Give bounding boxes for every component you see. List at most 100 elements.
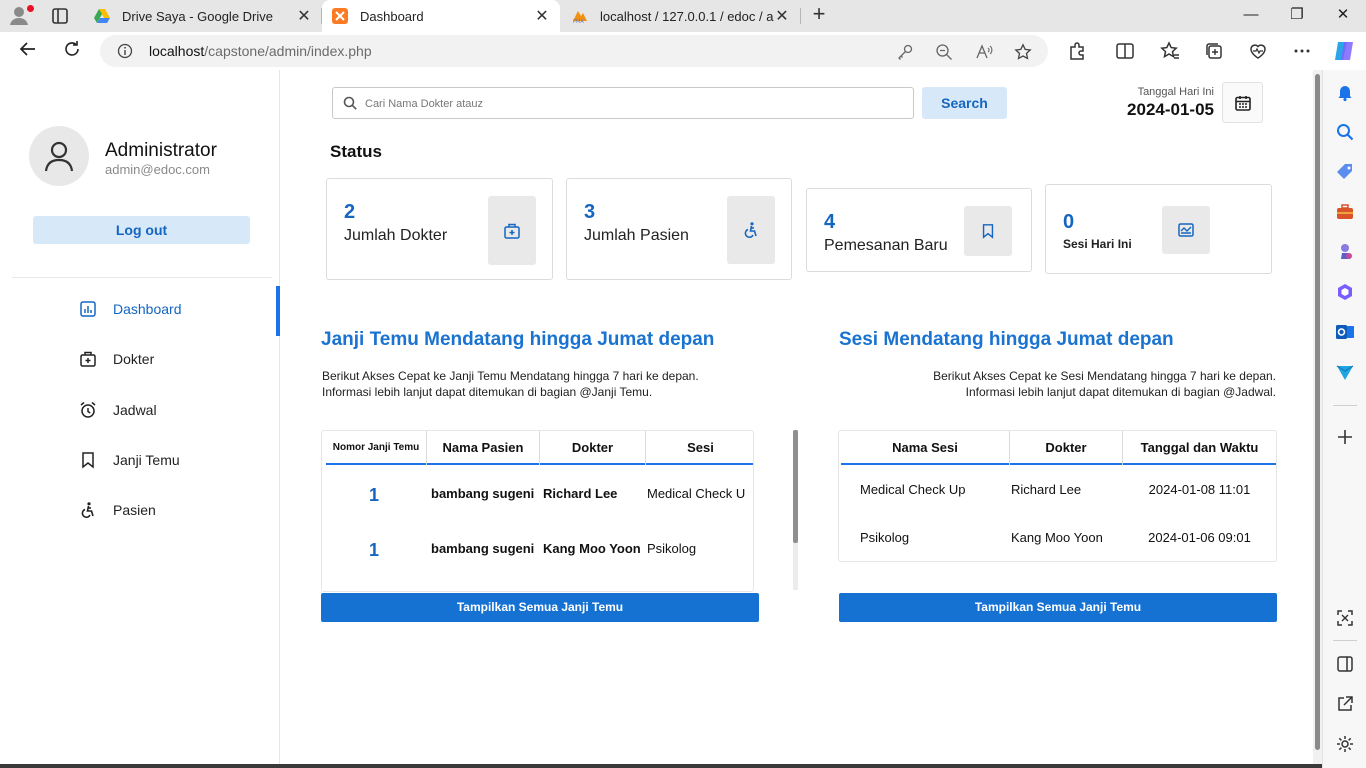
page-scrollbar[interactable]	[1313, 70, 1322, 768]
key-icon[interactable]	[896, 43, 914, 61]
open-external-icon[interactable]	[1335, 694, 1355, 714]
sidebar-item-label: Dokter	[113, 351, 155, 367]
table-header: Sesi	[646, 431, 753, 465]
close-icon[interactable]: ✕	[534, 6, 550, 26]
appointments-title: Janji Temu Mendatang hingga Jumat depan	[321, 329, 715, 350]
app-sidebar: Administrator admin@edoc.com Log out Das…	[4, 70, 280, 764]
description-line: Berikut Akses Cepat ke Sesi Mendatang hi…	[933, 369, 1276, 383]
copilot-icon[interactable]	[1332, 39, 1356, 63]
sidebar-divider	[12, 277, 272, 278]
status-card-sesi: 0 Sesi Hari Ini	[1045, 184, 1272, 274]
table-header: Dokter	[1010, 431, 1122, 465]
minimize-button[interactable]: —	[1228, 0, 1274, 32]
refresh-icon[interactable]	[60, 39, 84, 63]
sidebar-item-dokter[interactable]: Dokter	[4, 340, 280, 380]
session-datetime: 2024-01-08 11:01	[1148, 482, 1251, 497]
add-icon[interactable]	[1335, 427, 1355, 447]
favorite-star-icon[interactable]	[1014, 43, 1032, 61]
search-button[interactable]: Search	[922, 87, 1007, 119]
card-value: 4	[824, 211, 836, 233]
sessions-title: Sesi Mendatang hingga Jumat depan	[839, 329, 1174, 350]
calendar-icon	[1234, 95, 1251, 111]
google-drive-icon	[94, 8, 110, 24]
tab-google-drive[interactable]: Drive Saya - Google Drive ✕	[84, 0, 322, 32]
doctor-name: Kang Moo Yoon	[1011, 530, 1103, 545]
tab-phpmyadmin[interactable]: PMA localhost / 127.0.0.1 / edoc / adm ✕	[562, 0, 800, 32]
table-header: Dokter	[540, 431, 645, 465]
search-box[interactable]	[332, 87, 914, 119]
session-name: Medical Check U	[647, 486, 746, 501]
address-bar[interactable]: localhost/capstone/admin/index.php	[100, 35, 1048, 67]
office-icon[interactable]	[1335, 282, 1355, 302]
extensions-icon[interactable]	[1067, 41, 1087, 61]
tab-dashboard[interactable]: Dashboard ✕	[322, 0, 560, 32]
outlook-icon[interactable]	[1335, 322, 1355, 342]
session-name: Psikolog	[647, 541, 697, 556]
sessions-table: Nama Sesi Dokter Tanggal dan Waktu Medic…	[838, 430, 1277, 562]
window-close-button[interactable]: ✕	[1320, 0, 1366, 32]
table-header: Nomor Janji Temu	[326, 431, 426, 465]
tab-divider	[800, 8, 801, 24]
maximize-button[interactable]: ❐	[1274, 0, 1320, 32]
send-icon[interactable]	[1335, 362, 1355, 382]
scrollbar[interactable]	[793, 430, 798, 590]
card-label: Jumlah Dokter	[344, 227, 448, 244]
scrollbar-thumb[interactable]	[793, 430, 798, 543]
admin-name: Administrator	[105, 140, 217, 161]
phpmyadmin-icon: PMA	[572, 8, 588, 25]
url-text[interactable]: localhost/capstone/admin/index.php	[149, 43, 372, 59]
new-tab-button[interactable]: +	[808, 3, 830, 26]
performance-icon[interactable]	[1248, 41, 1268, 61]
search-icon[interactable]	[1335, 122, 1355, 142]
show-all-sessions-button[interactable]: Tampilkan Semua Janji Temu	[839, 593, 1277, 622]
favorites-icon[interactable]	[1160, 41, 1180, 61]
description-line: Berikut Akses Cepat ke Janji Temu Mendat…	[322, 369, 699, 383]
profile-icon[interactable]	[8, 4, 34, 28]
alarm-clock-icon	[79, 401, 99, 421]
notification-bell-icon[interactable]	[1335, 82, 1355, 102]
close-icon[interactable]: ✕	[774, 6, 790, 26]
admin-email: admin@edoc.com	[105, 162, 210, 177]
toolbox-icon[interactable]	[1335, 202, 1355, 222]
scrollbar-thumb[interactable]	[1315, 74, 1320, 750]
patient-name: bambang sugeni	[431, 541, 535, 556]
sidebar-layout-icon[interactable]	[1335, 654, 1355, 674]
doctor-icon	[79, 350, 99, 370]
sessions-description: Berikut Akses Cepat ke Sesi Mendatang hi…	[839, 368, 1276, 400]
accessible-icon	[727, 196, 775, 264]
tab-title: localhost / 127.0.0.1 / edoc / adm	[600, 8, 774, 24]
tab-title: Dashboard	[360, 8, 424, 24]
screenshot-icon[interactable]	[1335, 608, 1355, 628]
sidebar-divider	[1333, 640, 1357, 641]
session-datetime: 2024-01-06 09:01	[1148, 530, 1251, 545]
medical-bag-icon	[488, 196, 536, 265]
table-header: Tanggal dan Waktu	[1123, 431, 1276, 465]
collections-icon[interactable]	[1204, 41, 1224, 61]
sidebar-item-janji-temu[interactable]: Janji Temu	[4, 441, 280, 481]
sidebar-item-pasien[interactable]: Pasien	[4, 491, 280, 531]
logout-button[interactable]: Log out	[33, 216, 250, 244]
shopping-tag-icon[interactable]	[1335, 162, 1355, 182]
session-name: Medical Check Up	[860, 482, 966, 497]
status-card-pemesanan: 4 Pemesanan Baru	[806, 188, 1032, 272]
close-icon[interactable]: ✕	[296, 6, 312, 26]
settings-gear-icon[interactable]	[1335, 734, 1355, 754]
more-options-icon[interactable]	[1292, 41, 1312, 61]
search-input[interactable]	[365, 94, 905, 114]
zoom-out-icon[interactable]	[935, 43, 953, 61]
sidebar-item-label: Jadwal	[113, 402, 157, 418]
doctor-name: Richard Lee	[1011, 482, 1082, 497]
tab-actions-icon[interactable]	[50, 6, 70, 26]
url-path: /capstone/admin/index.php	[204, 43, 372, 59]
browser-tab-bar: Drive Saya - Google Drive ✕ Dashboard ✕ …	[0, 0, 1366, 32]
read-aloud-icon[interactable]	[975, 43, 993, 61]
sidebar-item-jadwal[interactable]: Jadwal	[4, 391, 280, 431]
sidebar-item-dashboard[interactable]: Dashboard	[4, 286, 280, 336]
show-all-appointments-button[interactable]: Tampilkan Semua Janji Temu	[321, 593, 759, 622]
games-icon[interactable]	[1335, 242, 1355, 262]
calendar-button[interactable]	[1222, 82, 1263, 123]
site-info-icon[interactable]	[117, 43, 133, 59]
split-screen-icon[interactable]	[1115, 41, 1135, 61]
appointment-number: 1	[369, 540, 380, 560]
back-arrow-icon[interactable]	[16, 39, 40, 63]
